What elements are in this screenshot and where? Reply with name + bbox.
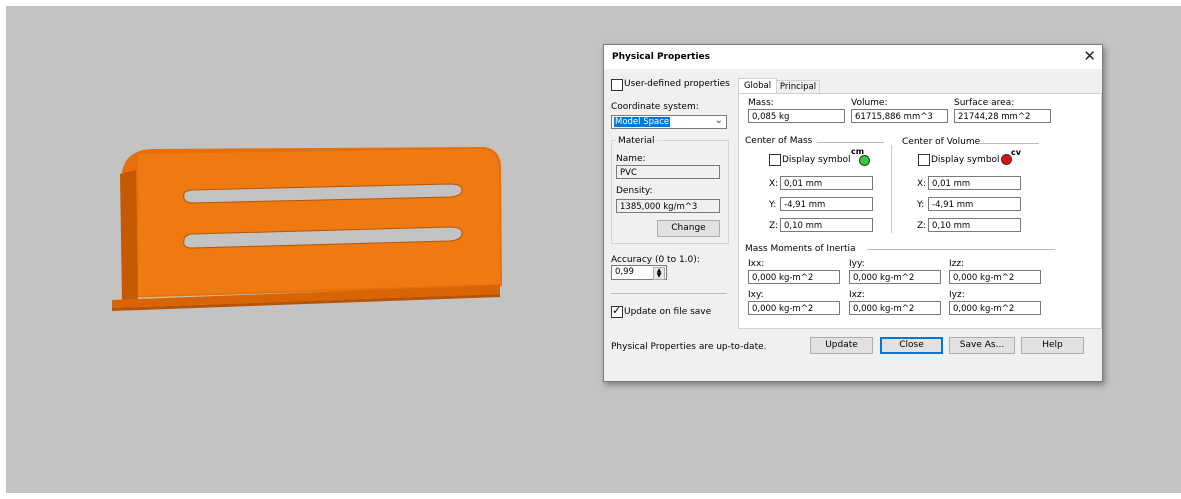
center-of-volume-rule: [979, 143, 1039, 144]
coordinate-system-value: Model Space: [614, 117, 671, 127]
accuracy-label: Accuracy (0 to 1.0):: [611, 255, 700, 265]
density-field: 1385,000 kg/m^3: [616, 199, 720, 213]
update-on-save-label: Update on file save: [624, 307, 712, 317]
cm-y-label: Y:: [769, 200, 777, 210]
cm-y-field[interactable]: -4,91 mm: [780, 197, 873, 211]
material-name-field: PVC: [616, 165, 720, 179]
center-of-mass-label: Center of Mass: [745, 136, 813, 146]
ixx-field[interactable]: 0,000 kg-m^2: [748, 270, 840, 284]
volume-label: Volume:: [851, 98, 888, 108]
accuracy-spinner[interactable]: 0,99 ▲ ▼: [611, 265, 667, 280]
ixx-label: Ixx:: [748, 259, 765, 269]
save-as-button[interactable]: Save As...: [949, 337, 1015, 354]
accuracy-value: 0,99: [615, 267, 634, 277]
iyz-label: Iyz:: [949, 290, 965, 300]
cm-display-symbol-label: Display symbol: [782, 155, 851, 165]
density-label: Density:: [616, 186, 653, 196]
mass-label: Mass:: [748, 98, 774, 108]
close-button[interactable]: Close: [880, 337, 943, 354]
close-icon[interactable]: ✕: [1083, 47, 1096, 65]
ixy-label: Ixy:: [748, 290, 764, 300]
inertia-label: Mass Moments of Inertia: [745, 244, 856, 254]
cm-display-symbol-checkbox[interactable]: [769, 154, 781, 166]
cm-x-field[interactable]: 0,01 mm: [780, 176, 873, 190]
tab-principal[interactable]: Principal: [776, 80, 820, 94]
volume-field[interactable]: 61715,886 mm^3: [851, 109, 948, 123]
cv-symbol-text: cv: [1011, 148, 1021, 157]
mass-field[interactable]: 0,085 kg: [748, 109, 845, 123]
cm-z-label: Z:: [769, 221, 779, 231]
inertia-rule: [867, 249, 1055, 250]
spinner-arrows-icon[interactable]: ▲ ▼: [653, 267, 665, 280]
cv-z-field[interactable]: 0,10 mm: [928, 218, 1021, 232]
update-button[interactable]: Update: [810, 337, 873, 354]
ixz-label: Ixz:: [849, 290, 865, 300]
left-divider: [611, 293, 727, 294]
center-of-volume-label: Center of Volume: [902, 137, 981, 147]
iyz-field[interactable]: 0,000 kg-m^2: [949, 301, 1041, 315]
dialog-title: Physical Properties: [612, 52, 710, 62]
chevron-down-icon: ⌄: [714, 115, 723, 126]
user-defined-properties-label: User-defined properties: [624, 79, 730, 89]
material-name-label: Name:: [616, 154, 646, 164]
ixz-field[interactable]: 0,000 kg-m^2: [849, 301, 941, 315]
coordinate-system-label: Coordinate system:: [611, 102, 699, 112]
cm-symbol-icon: [859, 155, 870, 166]
cv-y-label: Y:: [917, 200, 925, 210]
surface-area-field[interactable]: 21744,28 mm^2: [954, 109, 1051, 123]
cm-z-field[interactable]: 0,10 mm: [780, 218, 873, 232]
iyy-label: Iyy:: [849, 259, 865, 269]
tab-global[interactable]: Global: [738, 78, 777, 94]
help-button[interactable]: Help: [1021, 337, 1084, 354]
change-material-button[interactable]: Change: [657, 220, 720, 237]
cv-display-symbol-checkbox[interactable]: [918, 154, 930, 166]
cm-x-label: X:: [769, 179, 779, 189]
izz-field[interactable]: 0,000 kg-m^2: [949, 270, 1041, 284]
physical-properties-dialog: Physical Properties ✕ User-defined prope…: [603, 44, 1103, 382]
cv-display-symbol-label: Display symbol: [931, 155, 1000, 165]
ixy-field[interactable]: 0,000 kg-m^2: [748, 301, 840, 315]
iyy-field[interactable]: 0,000 kg-m^2: [849, 270, 941, 284]
cv-z-label: Z:: [917, 221, 927, 231]
cv-x-label: X:: [917, 179, 927, 189]
surface-area-label: Surface area:: [954, 98, 1015, 108]
update-on-save-checkbox[interactable]: [611, 304, 623, 318]
user-defined-properties-checkbox[interactable]: [611, 79, 623, 91]
status-text: Physical Properties are up-to-date.: [611, 342, 767, 352]
center-divider: [891, 145, 892, 233]
cv-x-field[interactable]: 0,01 mm: [928, 176, 1021, 190]
coordinate-system-select[interactable]: Model Space ⌄: [611, 115, 727, 129]
izz-label: Izz:: [949, 259, 965, 269]
material-group-label: Material: [616, 136, 657, 146]
cv-y-field[interactable]: -4,91 mm: [928, 197, 1021, 211]
orange-part-model[interactable]: [112, 144, 502, 312]
dialog-titlebar: Physical Properties ✕: [604, 45, 1102, 69]
center-of-mass-rule: [817, 142, 884, 143]
